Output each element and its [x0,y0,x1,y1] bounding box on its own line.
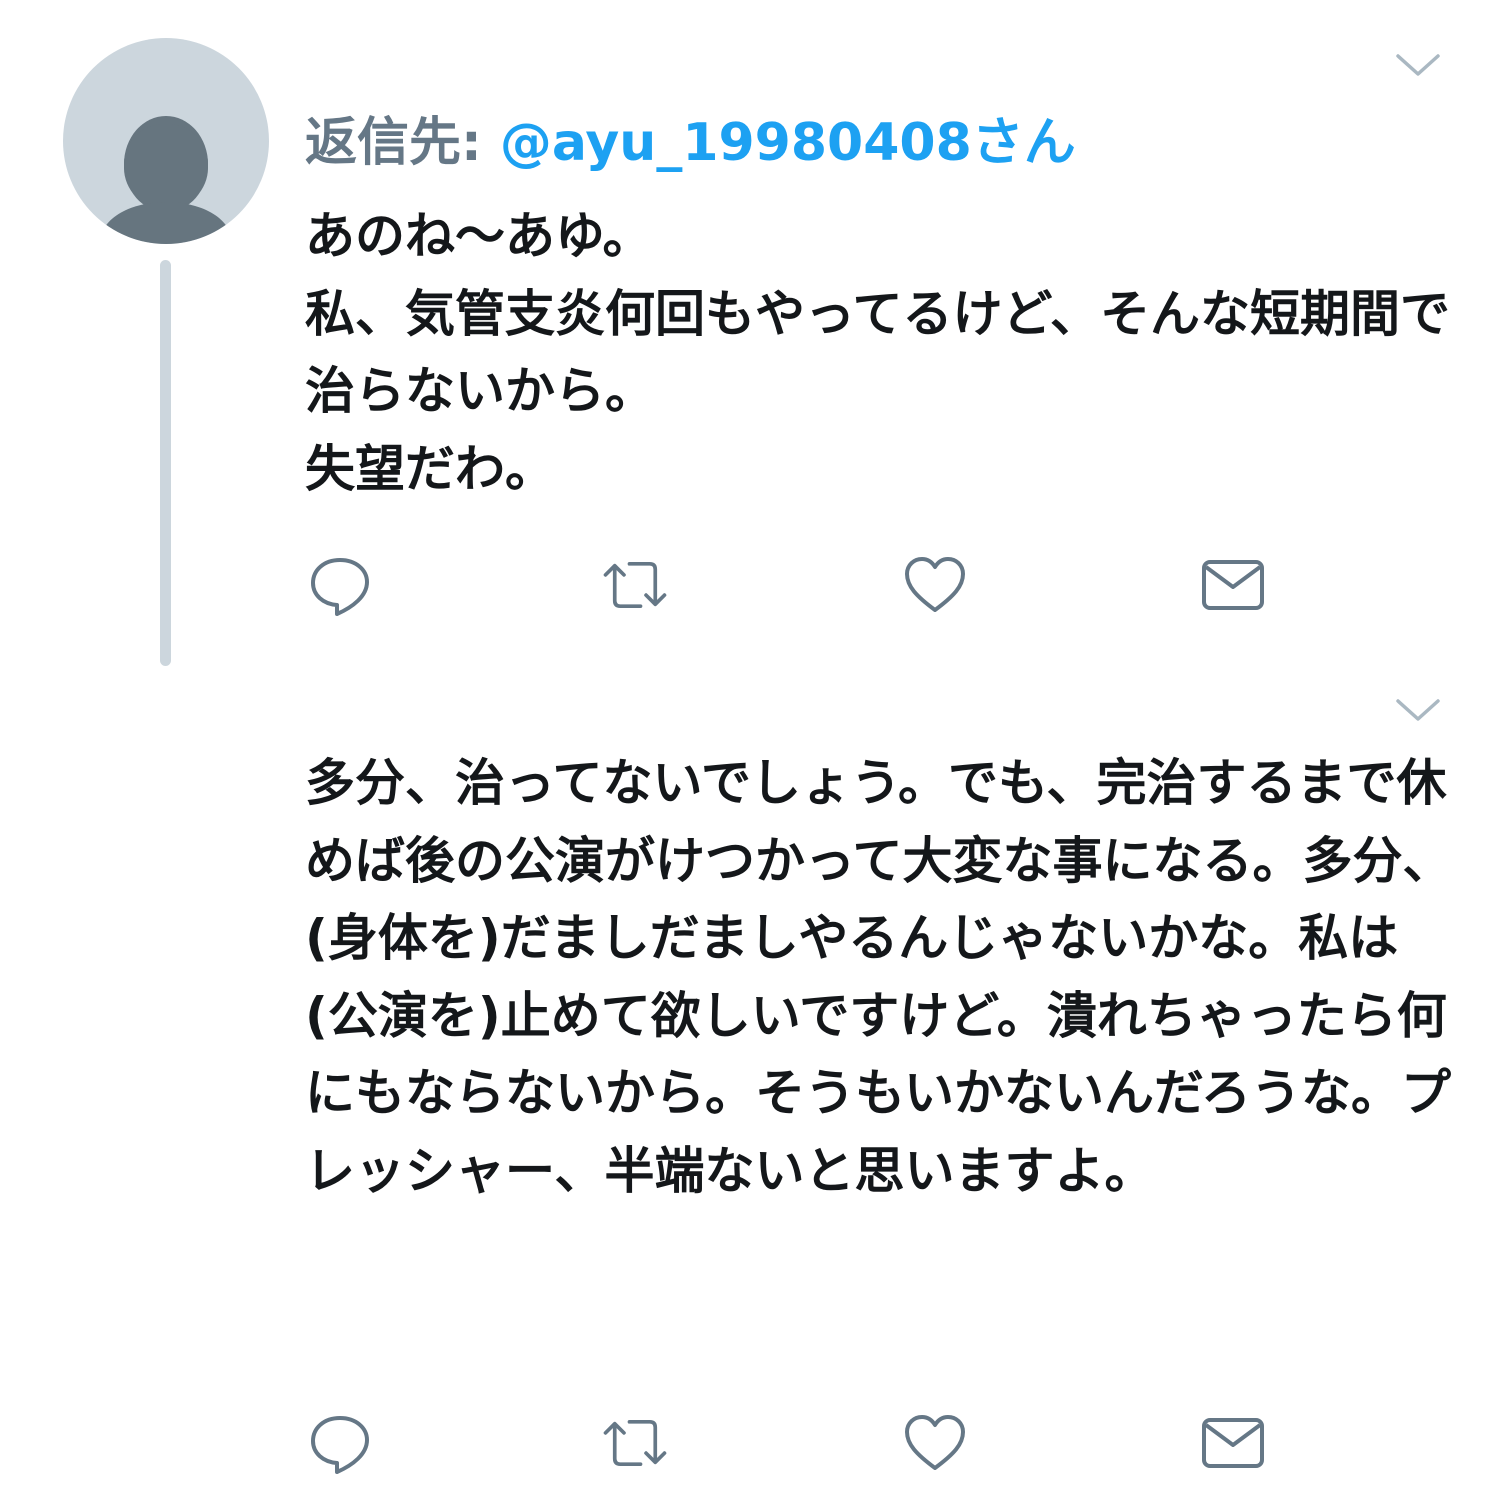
default-profile-icon [99,116,233,244]
thread-line [160,260,171,666]
tweet-text: あのね〜あゆ。 私、気管支炎何回もやってるけど、そんな短期間で治らないから。 失… [305,207,1450,498]
envelope-icon[interactable] [1198,1408,1268,1478]
retweet-icon[interactable] [600,1408,670,1478]
reply-context: 返信先: @ayu_19980408さん [305,108,1076,178]
retweet-icon[interactable] [600,550,670,620]
tweet-actions [305,550,1305,620]
avatar[interactable] [63,38,269,244]
reply-handle-link[interactable]: @ayu_19980408さん [500,113,1076,173]
reply-icon[interactable] [305,550,375,620]
envelope-icon[interactable] [1198,550,1268,620]
chevron-down-icon[interactable] [1394,50,1442,80]
tweet-actions [305,1408,1305,1478]
reply-icon[interactable] [305,1408,375,1478]
heart-icon[interactable] [900,550,970,620]
chevron-down-icon[interactable] [1394,695,1442,725]
heart-icon[interactable] [900,1408,970,1478]
reply-prefix: 返信先: [305,113,500,173]
tweet-text: 多分、治ってないでしょう。でも、完治するまで休めば後の公演がけつかって大変な事に… [305,754,1453,1200]
